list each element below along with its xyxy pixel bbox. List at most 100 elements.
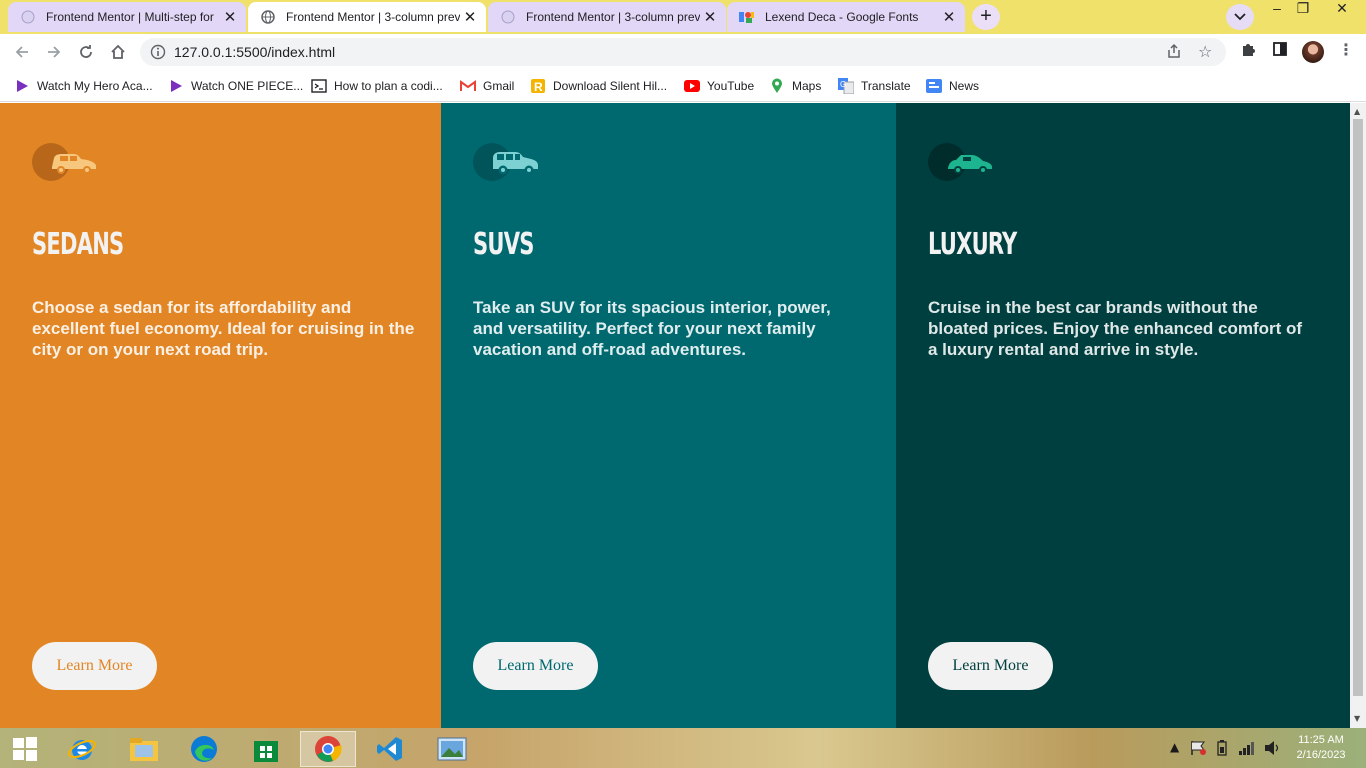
edge-icon: [191, 736, 217, 762]
suv-car-icon: [473, 143, 538, 181]
tab-title: Frontend Mentor | 3-column prev: [286, 10, 460, 24]
windows-taskbar: ▲ 11:25 AM 2/16/2023: [0, 728, 1366, 768]
play-icon: [168, 78, 184, 94]
side-panel-icon[interactable]: [1272, 41, 1288, 57]
sedan-car-icon: [32, 143, 96, 181]
tab-title: Frontend Mentor | Multi-step for: [46, 10, 214, 24]
page-scrollbar[interactable]: ▲ ▼: [1350, 103, 1366, 728]
bookmark-label: Translate: [861, 79, 911, 93]
tab-title: Lexend Deca - Google Fonts: [765, 10, 919, 24]
browser-tab[interactable]: Lexend Deca - Google Fonts ✕: [727, 2, 965, 32]
profile-avatar[interactable]: [1302, 41, 1324, 63]
card-title: SUVS: [473, 227, 534, 262]
terminal-icon: [311, 78, 327, 94]
photos-icon: [437, 737, 467, 761]
bookmark-item[interactable]: G Translate: [838, 76, 911, 96]
svg-text:G: G: [840, 80, 846, 89]
volume-icon[interactable]: [1264, 740, 1282, 756]
store-icon: [254, 741, 278, 762]
news-icon: [926, 78, 942, 94]
close-tab-icon[interactable]: ✕: [220, 8, 240, 26]
preview-card-component: SEDANS Choose a sedan for its affordabil…: [0, 103, 1350, 728]
chevron-down-icon: [1234, 13, 1246, 21]
show-hidden-icons-icon[interactable]: ▲: [1170, 740, 1179, 754]
chrome-taskbar-button[interactable]: [300, 731, 356, 767]
taskbar-clock[interactable]: 11:25 AM 2/16/2023: [1290, 733, 1352, 763]
bookmark-item[interactable]: YouTube: [684, 76, 754, 96]
maps-icon: [769, 78, 785, 94]
back-button[interactable]: [8, 38, 36, 66]
learn-more-button[interactable]: Learn More: [473, 642, 598, 690]
chrome-icon: [315, 736, 342, 762]
card-description: Choose a sedan for its affordability and…: [32, 298, 415, 359]
tab-strip: Frontend Mentor | Multi-step for ✕ Front…: [0, 0, 1366, 34]
windows-logo-icon: [13, 737, 37, 761]
share-icon[interactable]: [1166, 43, 1182, 59]
bookmark-label: How to plan a codi...: [334, 79, 443, 93]
browser-tab[interactable]: Frontend Mentor | Multi-step for ✕: [8, 2, 246, 32]
tab-title: Frontend Mentor | 3-column prev: [526, 10, 700, 24]
reload-button[interactable]: [72, 38, 100, 66]
scroll-down-arrow-icon[interactable]: ▼: [1354, 714, 1360, 723]
battery-icon[interactable]: [1214, 740, 1230, 756]
close-tab-icon[interactable]: ✕: [939, 8, 959, 26]
start-button[interactable]: [0, 731, 50, 767]
vscode-taskbar-button[interactable]: [362, 731, 418, 767]
back-arrow-icon: [15, 46, 28, 58]
scrollbar-thumb[interactable]: [1353, 119, 1363, 696]
reload-icon: [80, 45, 92, 58]
bookmark-item[interactable]: Watch ONE PIECE...: [168, 76, 303, 96]
bookmark-item[interactable]: News: [926, 76, 979, 96]
folder-icon: [130, 738, 158, 761]
card-description: Cruise in the best car brands without th…: [928, 298, 1303, 359]
learn-more-button[interactable]: Learn More: [32, 642, 157, 690]
url-text[interactable]: 127.0.0.1:5500/index.html: [174, 44, 335, 60]
action-center-flag-icon[interactable]: [1190, 740, 1208, 756]
forward-button[interactable]: [40, 38, 68, 66]
file-explorer-taskbar-button[interactable]: [116, 731, 172, 767]
learn-more-button[interactable]: Learn More: [928, 642, 1053, 690]
site-info-icon[interactable]: [150, 44, 166, 60]
bookmark-item[interactable]: R Download Silent Hil...: [530, 76, 667, 96]
new-tab-button[interactable]: +: [972, 4, 1000, 30]
edge-taskbar-button[interactable]: [176, 731, 232, 767]
scroll-up-arrow-icon[interactable]: ▲: [1354, 107, 1360, 116]
card-title: SEDANS: [32, 227, 124, 262]
tab-search-button[interactable]: [1226, 4, 1254, 30]
bookmark-item[interactable]: How to plan a codi...: [311, 76, 443, 96]
address-bar[interactable]: 127.0.0.1:5500/index.html ☆: [140, 38, 1226, 66]
home-icon: [111, 44, 125, 59]
bookmarks-bar: Watch My Hero Aca... Watch ONE PIECE... …: [0, 70, 1366, 102]
home-button[interactable]: [104, 38, 132, 66]
card-description: Take an SUV for its spacious interior, p…: [473, 298, 831, 359]
close-tab-icon[interactable]: ✕: [460, 8, 480, 26]
gmail-icon: [460, 78, 476, 94]
globe-icon: [260, 9, 276, 25]
bookmark-item[interactable]: Maps: [769, 76, 821, 96]
store-taskbar-button[interactable]: [238, 731, 294, 767]
extensions-puzzle-icon[interactable]: [1240, 41, 1256, 57]
card-suvs: SUVS Take an SUV for its spacious interi…: [441, 103, 896, 728]
close-window-button[interactable]: ✕: [1318, 0, 1366, 22]
internet-explorer-icon: [68, 739, 96, 760]
svg-text:R: R: [534, 80, 543, 94]
play-icon: [14, 78, 30, 94]
close-tab-icon[interactable]: ✕: [700, 8, 720, 26]
clock-time: 11:25 AM: [1298, 734, 1344, 746]
restore-button[interactable]: ❐: [1286, 0, 1320, 22]
photos-taskbar-button[interactable]: [424, 731, 480, 767]
internet-explorer-taskbar-button[interactable]: [54, 731, 110, 767]
bookmark-label: Gmail: [483, 79, 515, 93]
bookmark-label: Watch My Hero Aca...: [37, 79, 153, 93]
r-icon: R: [530, 78, 546, 94]
browser-menu-icon[interactable]: ⋮: [1338, 40, 1354, 59]
bookmark-label: Maps: [792, 79, 822, 93]
browser-tab-active[interactable]: Frontend Mentor | 3-column prev ✕: [248, 2, 486, 32]
browser-tab[interactable]: Frontend Mentor | 3-column prev ✕: [488, 2, 726, 32]
bookmark-item[interactable]: Watch My Hero Aca...: [14, 76, 153, 96]
network-signal-icon[interactable]: [1238, 740, 1256, 756]
bookmark-star-icon[interactable]: ☆: [1198, 42, 1212, 61]
bookmark-item[interactable]: Gmail: [460, 76, 514, 96]
card-luxury: LUXURY Cruise in the best car brands wit…: [896, 103, 1350, 728]
card-title: LUXURY: [928, 227, 1017, 262]
